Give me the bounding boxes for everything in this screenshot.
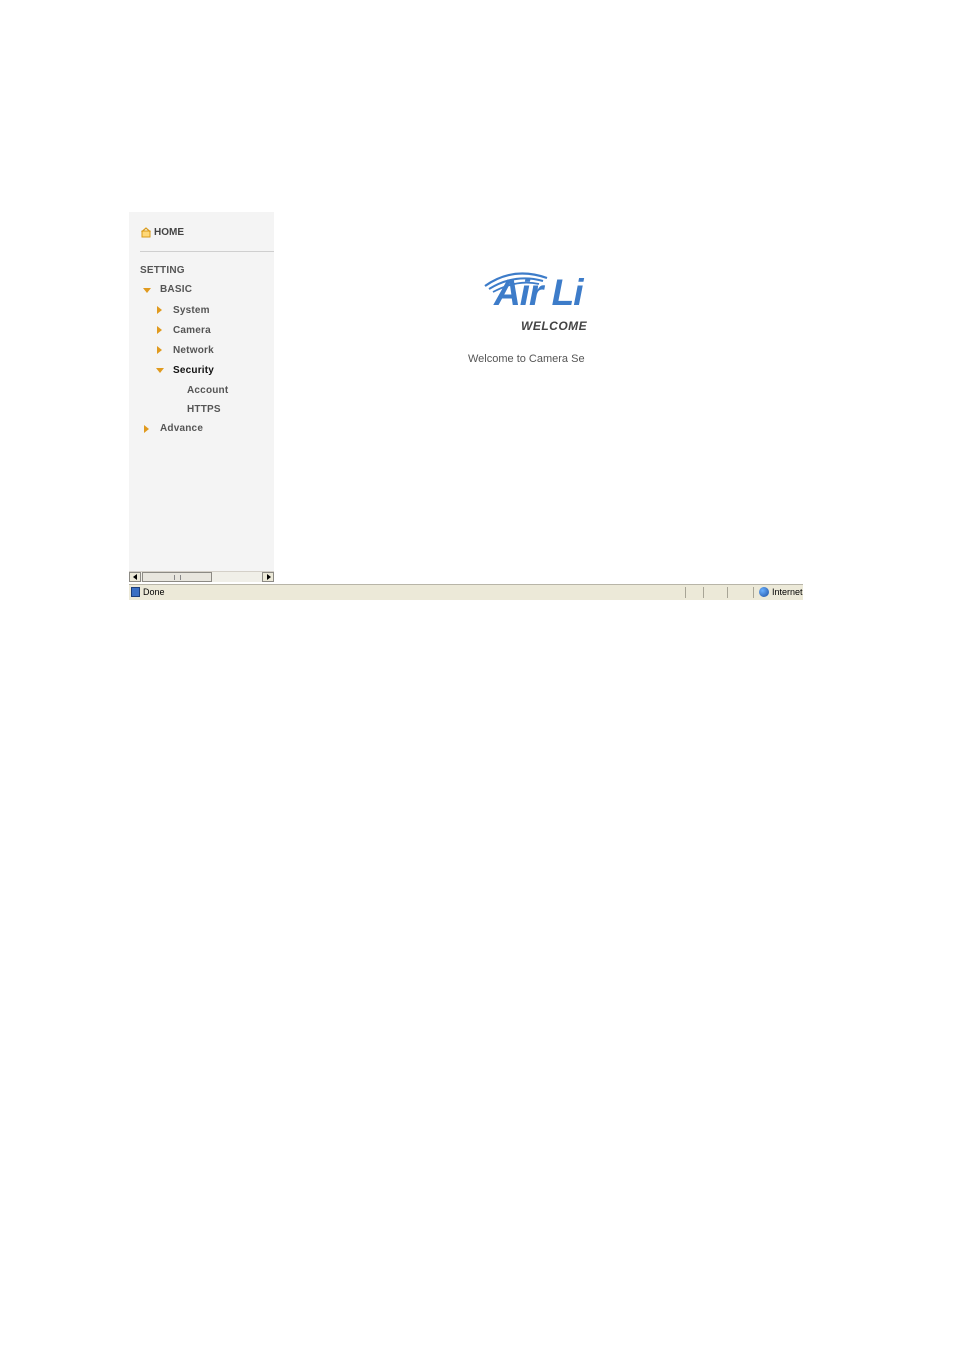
welcome-message: Welcome to Camera Se — [468, 353, 585, 365]
left-arrow-icon — [133, 574, 137, 580]
sidebar-item-network[interactable]: Network — [173, 345, 214, 356]
status-text: Done — [143, 587, 165, 597]
page-icon — [131, 587, 140, 597]
home-label: HOME — [154, 226, 184, 238]
security-zone: Internet — [772, 587, 803, 597]
home-icon — [141, 226, 151, 237]
sidebar-item-advance[interactable]: Advance — [160, 423, 203, 434]
horizontal-scrollbar[interactable] — [129, 571, 274, 582]
divider — [753, 587, 754, 598]
sidebar-item-system[interactable]: System — [173, 305, 210, 316]
divider — [685, 587, 686, 598]
section-setting: SETTING — [140, 265, 185, 276]
sidebar-nav: HOME SETTING BASIC System Camera Network… — [129, 212, 274, 571]
logo-welcome: WELCOME — [521, 319, 588, 333]
collapse-arrow-icon — [144, 425, 149, 433]
expand-arrow-icon — [156, 368, 164, 373]
expand-arrow-icon — [143, 288, 151, 293]
collapse-arrow-icon — [157, 306, 162, 314]
browser-window: HOME SETTING BASIC System Camera Network… — [129, 212, 803, 600]
scroll-left-button[interactable] — [129, 572, 141, 582]
right-arrow-icon — [267, 574, 271, 580]
collapse-arrow-icon — [157, 346, 162, 354]
divider — [703, 587, 704, 598]
globe-icon — [759, 587, 769, 597]
logo-wordmark: Air Li — [494, 272, 584, 313]
status-bar: Done Internet — [129, 584, 803, 600]
sidebar-item-basic[interactable]: BASIC — [160, 284, 192, 295]
divider — [140, 251, 274, 252]
collapse-arrow-icon — [157, 326, 162, 334]
sidebar-item-camera[interactable]: Camera — [173, 325, 211, 336]
grip-icon — [174, 575, 181, 580]
sidebar-item-account[interactable]: Account — [187, 385, 228, 396]
scroll-right-button[interactable] — [262, 572, 274, 582]
sidebar-item-https[interactable]: HTTPS — [187, 404, 221, 415]
divider — [727, 587, 728, 598]
scrollbar-thumb[interactable] — [142, 572, 212, 582]
airlive-logo: Air Li WELCOME — [481, 268, 597, 338]
sidebar-item-security[interactable]: Security — [173, 365, 214, 376]
home-link[interactable]: HOME — [141, 225, 184, 239]
